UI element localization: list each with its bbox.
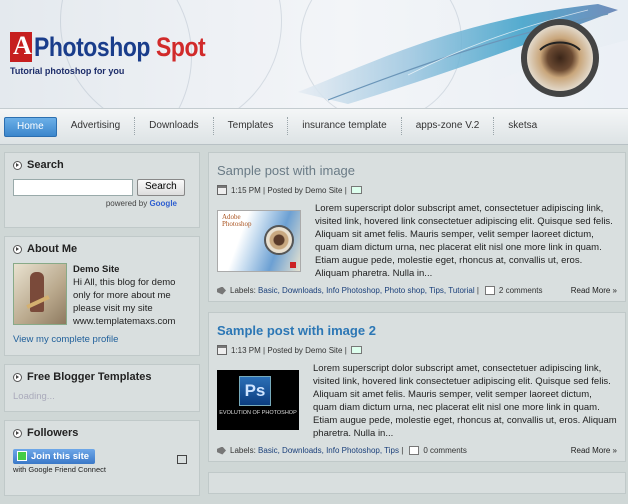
comment-icon [409,446,420,455]
post-excerpt: Lorem superscript dolor subscript amet, … [315,203,613,279]
tag-icon [217,446,226,455]
free-templates-title-text: Free Blogger Templates [27,371,152,383]
post-time: 1:15 PM [231,185,261,195]
blog-post: Sample post with image 2 1:13 PM | Poste… [208,312,626,462]
powered-by-text: powered by [105,199,148,208]
comments-link[interactable]: 2 comments [499,286,543,295]
view-profile-link[interactable]: View my complete profile [13,334,191,345]
nav-insurance-template[interactable]: insurance template [288,117,402,135]
thumbnail-title-art: Adobe Photoshop [222,213,252,228]
eye-image [264,225,294,255]
nav-advertising[interactable]: Advertising [57,117,136,135]
site-header: Photoshop Spot Tutorial photoshop for yo… [0,0,628,108]
main-navigation: Home Advertising Downloads Templates ins… [0,108,628,145]
friend-connect-icon [17,451,27,462]
tagline: Tutorial photoshop for you [10,66,125,76]
read-more-link[interactable]: Read More » [571,446,617,455]
join-site-button[interactable]: Join this site [13,449,96,464]
meta-separator: | [399,446,404,455]
bullet-icon [13,428,22,438]
post-footer: Labels: Basic, Downloads, Info Photoshop… [217,286,617,295]
avatar[interactable] [13,263,67,325]
search-widget: Search Search powered by Google [4,152,200,228]
bullet-icon [13,160,22,170]
about-me-widget: About Me Demo Site Hi All, this blog for… [4,236,200,356]
feather-eye-banner [298,4,628,108]
post-labels[interactable]: Basic, Downloads, Info Photoshop, Tips [258,446,399,455]
logo-accent-text: Spot [155,31,206,62]
post-thumbnail[interactable]: Ps EVOLUTION OF PHOTOSHOP [217,370,299,430]
post-author: Posted by Demo Site [267,185,343,195]
thumbnail-caption: EVOLUTION OF PHOTOSHOP [219,410,297,416]
sidebar: Search Search powered by Google About Me… [4,152,200,504]
free-templates-widget: Free Blogger Templates Loading... [4,364,200,412]
main-content: Sample post with image 1:15 PM | Posted … [208,152,626,494]
bullet-icon [13,372,22,382]
tag-icon [217,286,226,295]
nav-home[interactable]: Home [4,117,57,137]
meta-separator: | [474,286,479,295]
profile-name[interactable]: Demo Site [73,263,189,276]
comments-link[interactable]: 0 comments [423,446,467,455]
friend-connect-text: with Google Friend Connect [13,465,106,474]
photoshop-logo-icon: Ps [239,376,271,406]
post-labels[interactable]: Basic, Downloads, Info Photoshop, Photo … [258,286,475,295]
meta-separator: | [342,345,347,355]
post-thumbnail[interactable]: Adobe Photoshop [217,210,301,272]
post-meta: 1:15 PM | Posted by Demo Site | [217,185,617,195]
expand-icon[interactable] [177,455,187,464]
read-more-link[interactable]: Read More » [571,286,617,295]
labels-prefix: Labels: [230,446,256,455]
image-icon [350,186,362,194]
powered-by-google: powered by Google [13,199,191,208]
followers-title-text: Followers [27,427,79,439]
join-label: Join this site [31,451,90,462]
nav-downloads[interactable]: Downloads [135,117,214,135]
profile-description: Hi All, this blog for demo only for more… [73,277,176,327]
about-title-text: About Me [27,243,78,255]
post-author: Posted by Demo Site [267,345,343,355]
nav-templates[interactable]: Templates [214,117,289,135]
logo-main-text: Photoshop [34,31,151,62]
search-button[interactable]: Search [137,179,185,196]
nav-apps-zone[interactable]: apps-zone V.2 [402,117,495,135]
labels-prefix: Labels: [230,286,256,295]
meta-separator: | [342,185,347,195]
adobe-logo-icon [10,31,32,62]
site-logo[interactable]: Photoshop Spot [10,27,236,67]
calendar-icon [217,185,227,195]
comment-icon [484,286,495,295]
post-title[interactable]: Sample post with image 2 [217,323,617,338]
logo-text: Photoshop Spot [34,31,206,63]
post-title[interactable]: Sample post with image [217,163,617,178]
loading-text: Loading... [13,391,55,402]
about-me-title: About Me [13,243,191,255]
adobe-badge-icon [290,262,296,268]
calendar-icon [217,345,227,355]
followers-widget: Followers Join this site with Google Fri… [4,420,200,496]
post-footer: Labels: Basic, Downloads, Info Photoshop… [217,446,617,455]
search-widget-title: Search [13,159,191,171]
search-input[interactable] [13,179,133,196]
search-title-text: Search [27,159,64,171]
post-time: 1:13 PM [231,345,261,355]
nav-sketsa[interactable]: sketsa [494,117,551,135]
bullet-icon [13,244,22,254]
free-templates-title: Free Blogger Templates [13,371,191,383]
blog-post [208,472,626,494]
followers-title: Followers [13,427,191,439]
image-icon [350,346,362,354]
blog-post: Sample post with image 1:15 PM | Posted … [208,152,626,302]
post-excerpt: Lorem superscript dolor subscript amet, … [313,363,617,439]
post-meta: 1:13 PM | Posted by Demo Site | [217,345,617,355]
google-logo-text: Google [149,199,177,208]
